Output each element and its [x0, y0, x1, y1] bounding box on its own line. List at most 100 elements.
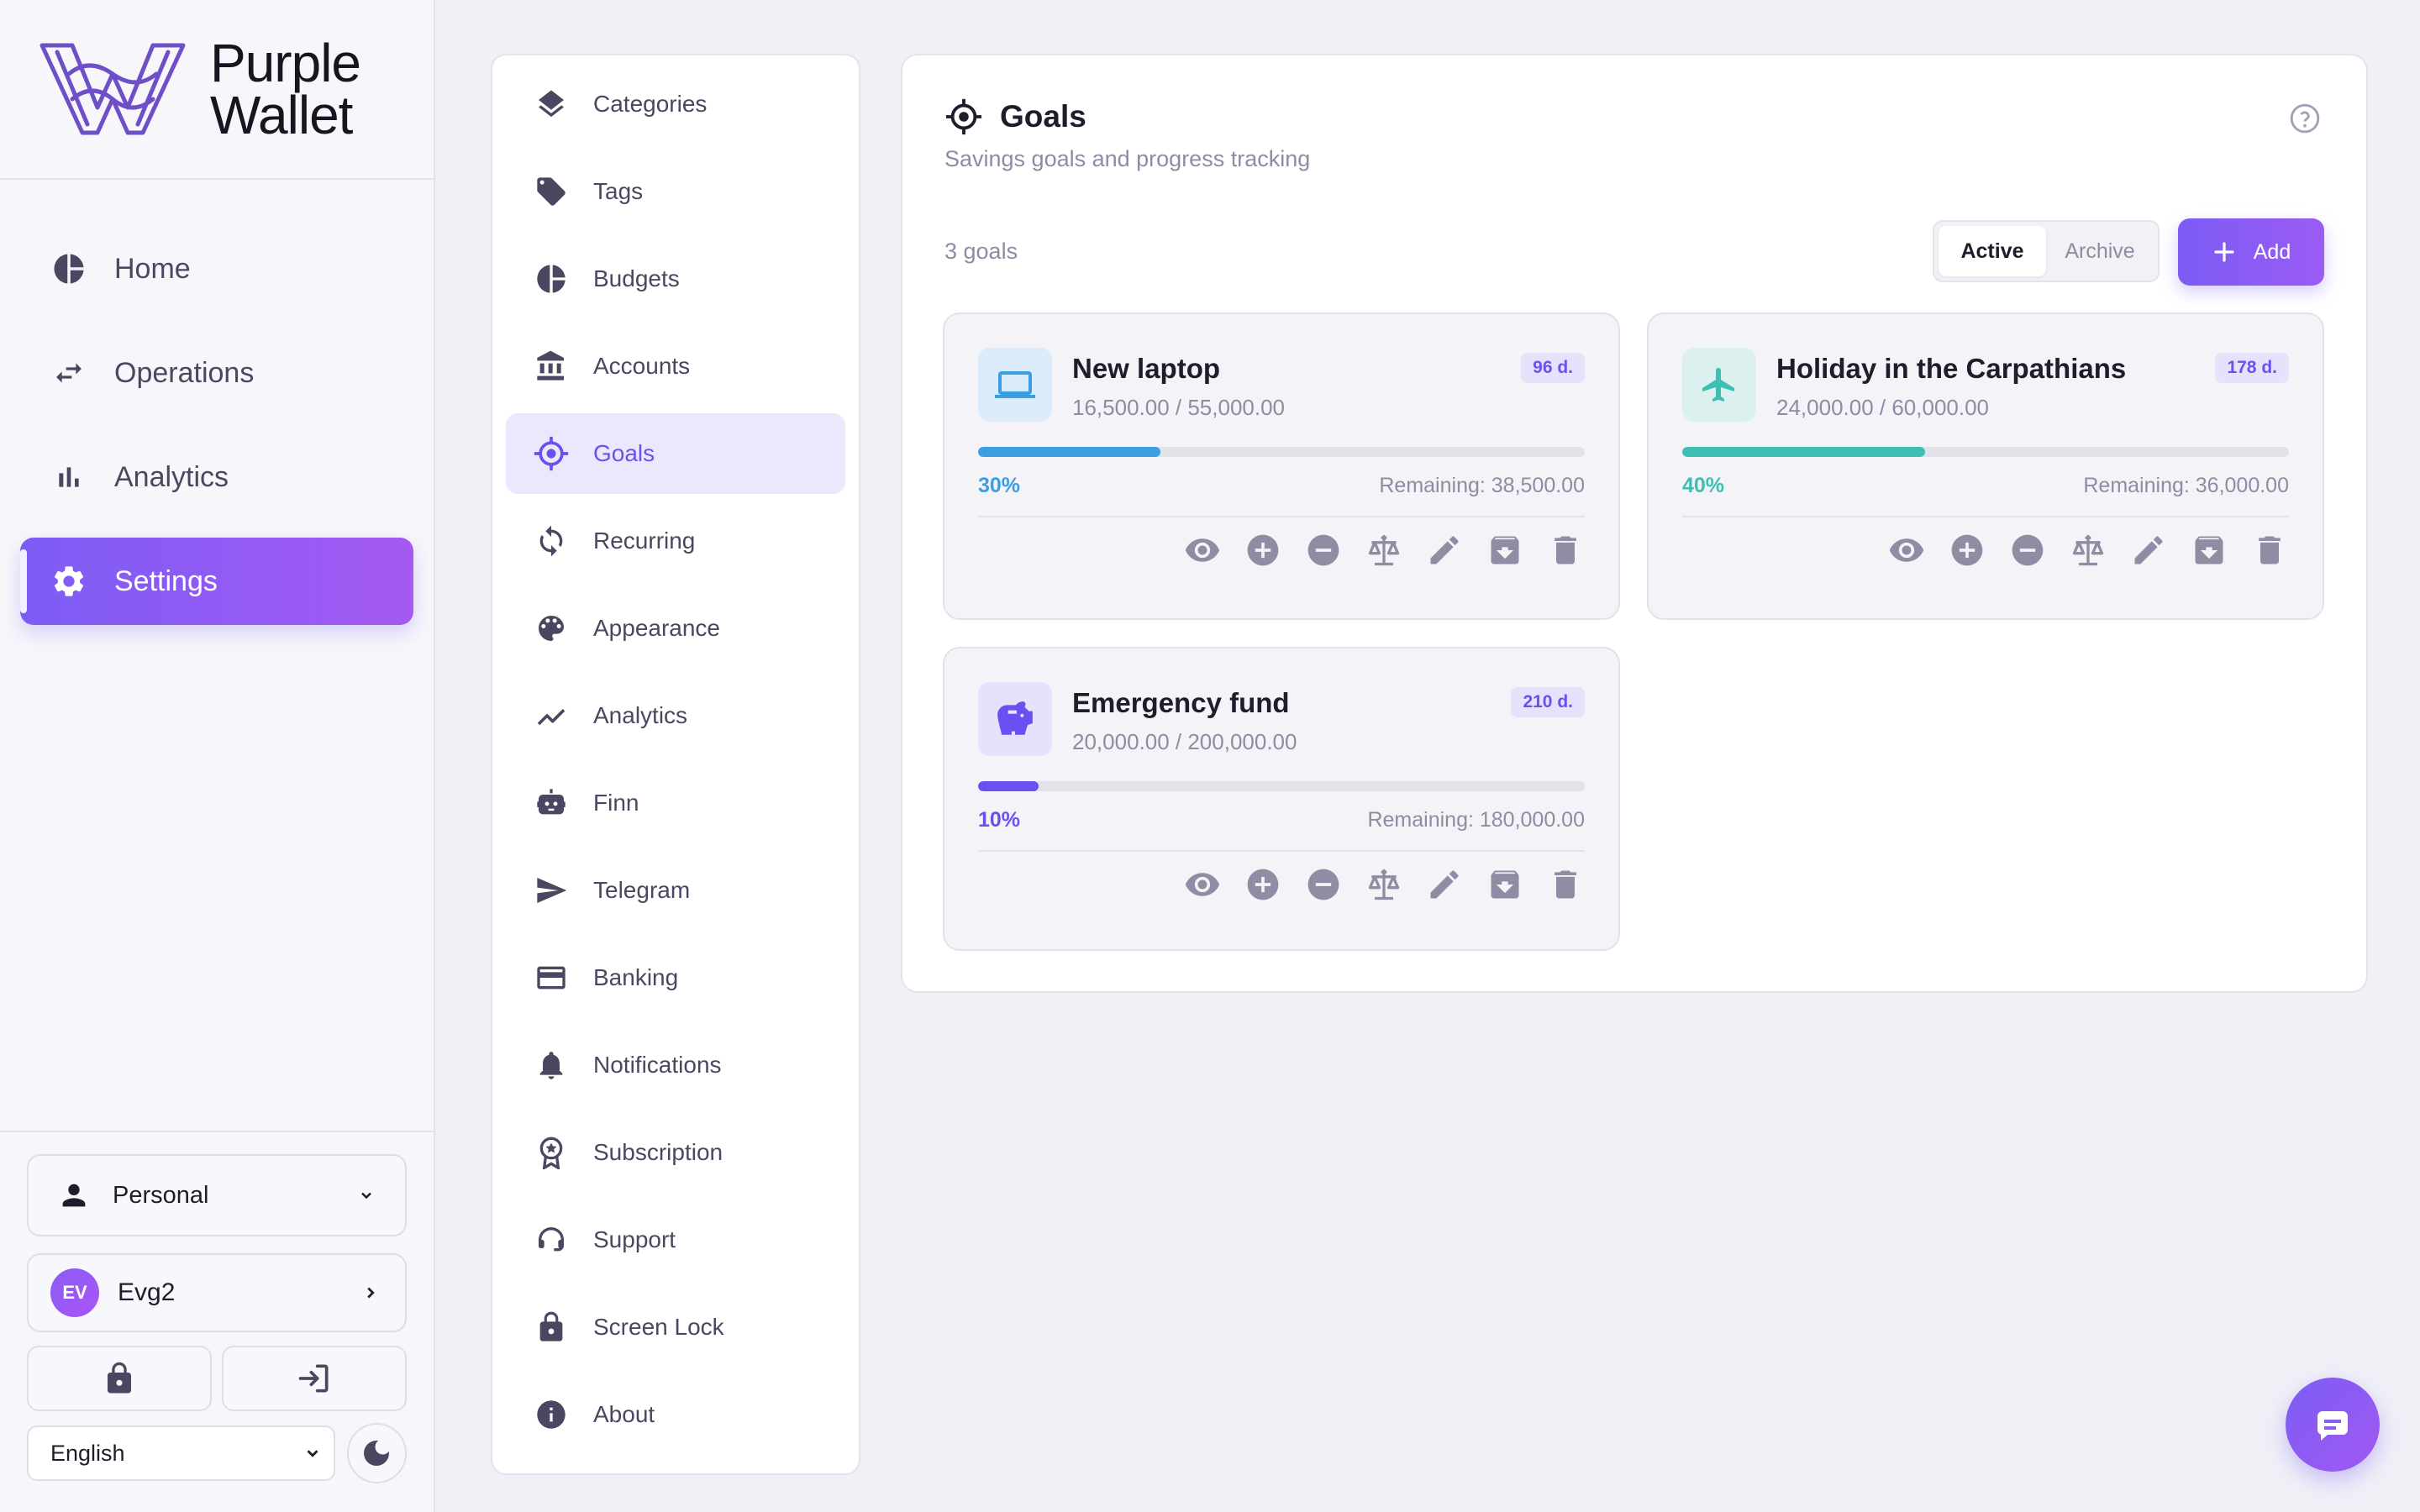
robot-icon — [531, 783, 571, 823]
balance-scale-icon[interactable] — [2069, 531, 2107, 570]
theme-toggle-button[interactable] — [346, 1423, 407, 1483]
swap-arrows-icon — [49, 353, 89, 393]
layers-icon — [531, 84, 571, 124]
submenu-label: Support — [593, 1226, 676, 1252]
nav-item-home[interactable]: Home — [20, 225, 413, 312]
page-title: Goals — [944, 97, 1086, 136]
add-goal-button[interactable]: Add — [2178, 218, 2324, 286]
submenu-item-categories[interactable]: Categories — [506, 64, 845, 144]
chevron-down-icon — [303, 1444, 322, 1462]
goal-filter-tabs: Active Archive — [1933, 220, 2160, 282]
archive-icon[interactable] — [1486, 865, 1524, 904]
goal-count: 3 goals — [944, 239, 1018, 264]
submenu-item-telegram[interactable]: Telegram — [506, 850, 845, 931]
nav-item-operations[interactable]: Operations — [20, 329, 413, 417]
plus-icon — [2212, 239, 2237, 265]
eye-icon[interactable] — [1887, 531, 1926, 570]
eye-icon[interactable] — [1183, 531, 1222, 570]
remaining-amount: Remaining: 36,000.00 — [2083, 474, 2289, 497]
bell-icon — [531, 1045, 571, 1085]
eye-icon[interactable] — [1183, 865, 1222, 904]
language-select[interactable]: English — [27, 1425, 335, 1481]
divider — [978, 516, 1585, 517]
archive-icon[interactable] — [2190, 531, 2228, 570]
user-profile-button[interactable]: EV Evg2 — [27, 1253, 407, 1332]
submenu-item-finn[interactable]: Finn — [506, 763, 845, 843]
submenu-item-banking[interactable]: Banking — [506, 937, 845, 1018]
person-icon — [57, 1179, 91, 1212]
main-sidebar: Purple Wallet Home Operations Analytics — [0, 0, 435, 1512]
days-left-badge: 96 d. — [1521, 353, 1585, 383]
piggy-bank-icon — [994, 698, 1036, 740]
submenu-item-screen-lock[interactable]: Screen Lock — [506, 1287, 845, 1368]
minus-circle-icon[interactable] — [1304, 531, 1343, 570]
submenu-label: About — [593, 1401, 655, 1427]
submenu-item-recurring[interactable]: Recurring — [506, 501, 845, 581]
pencil-icon[interactable] — [1425, 865, 1464, 904]
trash-icon[interactable] — [1546, 865, 1585, 904]
submenu-item-support[interactable]: Support — [506, 1200, 845, 1280]
avatar: EV — [50, 1268, 99, 1317]
pie-chart-icon — [531, 259, 571, 299]
trash-icon[interactable] — [1546, 531, 1585, 570]
tab-active[interactable]: Active — [1939, 226, 2046, 276]
submenu-item-notifications[interactable]: Notifications — [506, 1025, 845, 1105]
submenu-item-subscription[interactable]: Subscription — [506, 1112, 845, 1193]
nav-item-analytics[interactable]: Analytics — [20, 433, 413, 521]
submenu-item-goals[interactable]: Goals — [506, 413, 845, 494]
info-icon — [531, 1394, 571, 1435]
chat-button[interactable] — [2286, 1378, 2380, 1472]
goal-amount: 24,000.00 / 60,000.00 — [1776, 395, 1990, 420]
logo-mark-icon — [39, 43, 186, 135]
profile-selector[interactable]: Personal — [27, 1154, 407, 1236]
goal-icon-box — [978, 682, 1052, 756]
balance-scale-icon[interactable] — [1365, 865, 1403, 904]
lock-button[interactable] — [27, 1346, 212, 1411]
moon-icon — [360, 1436, 393, 1470]
submenu-label: Screen Lock — [593, 1314, 724, 1340]
plus-circle-icon[interactable] — [1948, 531, 1986, 570]
goal-card[interactable]: Emergency fund 20,000.00 / 200,000.00 21… — [943, 647, 1620, 951]
submenu-item-accounts[interactable]: Accounts — [506, 326, 845, 407]
goal-card[interactable]: New laptop 16,500.00 / 55,000.00 96 d. 3… — [943, 312, 1620, 620]
goal-icon-box — [1682, 348, 1756, 422]
goal-actions — [1183, 865, 1585, 904]
tag-icon — [531, 171, 571, 212]
submenu-label: Tags — [593, 178, 644, 204]
balance-scale-icon[interactable] — [1365, 531, 1403, 570]
minus-circle-icon[interactable] — [1304, 865, 1343, 904]
minus-circle-icon[interactable] — [2008, 531, 2047, 570]
goal-name: Holiday in the Carpathians — [1776, 353, 2127, 384]
goal-card[interactable]: Holiday in the Carpathians 24,000.00 / 6… — [1647, 312, 2324, 620]
submenu-item-about[interactable]: About — [506, 1374, 845, 1455]
nav-label: Settings — [114, 564, 218, 597]
trash-icon[interactable] — [2250, 531, 2289, 570]
help-icon[interactable] — [2289, 102, 2321, 134]
brand-name-line1: Purple — [210, 33, 361, 93]
plus-circle-icon[interactable] — [1244, 865, 1282, 904]
pencil-icon[interactable] — [2129, 531, 2168, 570]
pie-chart-icon — [49, 249, 89, 289]
lock-icon — [531, 1307, 571, 1347]
remaining-amount: Remaining: 180,000.00 — [1367, 808, 1585, 832]
chevron-down-icon — [358, 1187, 375, 1204]
submenu-item-budgets[interactable]: Budgets — [506, 239, 845, 319]
submenu-label: Accounts — [593, 353, 691, 379]
tab-archive[interactable]: Archive — [2046, 226, 2154, 276]
divider — [1682, 516, 2289, 517]
submenu-item-analytics[interactable]: Analytics — [506, 675, 845, 756]
submenu-item-tags[interactable]: Tags — [506, 151, 845, 232]
nav-label: Operations — [114, 356, 255, 389]
pencil-icon[interactable] — [1425, 531, 1464, 570]
headset-icon — [531, 1220, 571, 1260]
bank-icon — [531, 346, 571, 386]
sidebar-footer: Personal EV Evg2 English — [0, 1131, 434, 1512]
submenu-item-appearance[interactable]: Appearance — [506, 588, 845, 669]
nav-item-settings[interactable]: Settings — [20, 538, 413, 625]
remaining-amount: Remaining: 38,500.00 — [1379, 474, 1585, 497]
archive-icon[interactable] — [1486, 531, 1524, 570]
language-value: English — [50, 1440, 125, 1466]
logout-button[interactable] — [222, 1346, 407, 1411]
plus-circle-icon[interactable] — [1244, 531, 1282, 570]
brand-logo[interactable]: Purple Wallet — [0, 0, 434, 180]
